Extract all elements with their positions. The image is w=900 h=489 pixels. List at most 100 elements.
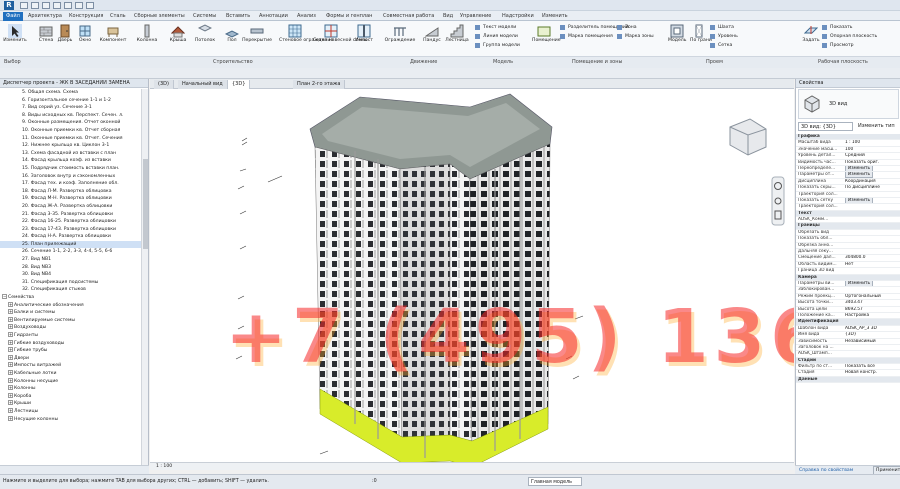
- tab-precast[interactable]: Сборные элементы: [134, 12, 185, 21]
- door-button[interactable]: Дверь: [55, 24, 75, 55]
- expand-toggle-icon[interactable]: +: [8, 392, 13, 398]
- expand-toggle-icon[interactable]: +: [8, 369, 13, 375]
- expand-toggle-icon[interactable]: +: [8, 362, 13, 368]
- tab-manage[interactable]: Управление: [460, 12, 491, 21]
- tab-steel[interactable]: Сталь: [110, 12, 126, 21]
- browser-sheet-item[interactable]: 18. Фасад Л-М. Развертка облицовка: [0, 188, 141, 196]
- viewcube[interactable]: [729, 118, 767, 156]
- tab-systems[interactable]: Системы: [193, 12, 216, 21]
- show-workplane-tool[interactable]: Показать: [822, 24, 853, 31]
- browser-family-item[interactable]: + Гибкие трубы: [0, 347, 141, 355]
- app-logo[interactable]: R: [4, 1, 14, 10]
- browser-sheet-item[interactable]: 26. Сечение 1-1, 2-2, 3-3, 4-4, 5-5, 6-6: [0, 248, 141, 256]
- grid-tool[interactable]: Сетка: [710, 42, 732, 49]
- property-group[interactable]: Данные: [796, 376, 900, 384]
- browser-sheet-item[interactable]: 14. Фасад крыльца коэф. из вставки: [0, 157, 141, 165]
- model-group-tool[interactable]: Группа модели: [475, 42, 520, 49]
- browser-sheet-item[interactable]: 24. Фасад Н-А. Развертка облицовки: [0, 233, 141, 241]
- tab-3d-a[interactable]: (3D): [154, 80, 174, 89]
- browser-family-item[interactable]: + Несущие колонны: [0, 415, 141, 424]
- browser-sheet-item[interactable]: 9. Оконные размещения. Отчет оконной: [0, 119, 141, 127]
- panel-select[interactable]: Выбор: [4, 59, 21, 65]
- by-face-button[interactable]: Модель: [668, 24, 686, 55]
- collapse-toggle-icon[interactable]: −: [2, 294, 7, 300]
- browser-family-item[interactable]: + Двери: [0, 354, 141, 363]
- area-tag-tool[interactable]: Марка зоны: [617, 33, 654, 40]
- scrollbar-thumb[interactable]: [143, 159, 148, 249]
- browser-sheet-item[interactable]: 10. Оконные приемки кв. Отчет сборная: [0, 127, 141, 135]
- expand-toggle-icon[interactable]: +: [8, 316, 13, 322]
- building-model[interactable]: [150, 89, 794, 462]
- instance-selector[interactable]: 3D вид: {3D}: [798, 122, 853, 131]
- modify-button[interactable]: Изменить: [2, 24, 28, 55]
- browser-family-item[interactable]: + Короба: [0, 392, 141, 401]
- stair-button[interactable]: Лестница: [444, 24, 470, 55]
- open-icon[interactable]: [20, 2, 28, 9]
- wall-opening-tool[interactable]: Шахта: [710, 24, 734, 31]
- browser-sheet-item[interactable]: 8. Виды исходных кв. Перспект. Сечен. л.: [0, 112, 141, 120]
- expand-toggle-icon[interactable]: +: [8, 324, 13, 330]
- browser-sheet-item[interactable]: 13. Схема фасадной из вставки с план: [0, 150, 141, 158]
- tab-insert[interactable]: Вставить: [226, 12, 250, 21]
- browser-sheet-item[interactable]: 17. Фасад тех. и коэф. Заполнение обл.: [0, 180, 141, 188]
- browser-families-node[interactable]: − Семейства: [0, 294, 141, 302]
- browser-sheet-item[interactable]: 11. Оконные приемки кв. Отчет. Сечения: [0, 135, 141, 143]
- browser-sheet-item[interactable]: 5. Общая схема. Схема: [0, 89, 141, 97]
- browser-sheet-item[interactable]: 21. Фасад 3-35. Развертка облицовки: [0, 211, 141, 219]
- browser-family-item[interactable]: + Аналитические обозначения: [0, 301, 141, 310]
- expand-toggle-icon[interactable]: +: [8, 301, 13, 307]
- browser-sheet-item[interactable]: 7. Вид серий уз. Сечение 3-1: [0, 104, 141, 112]
- room-button[interactable]: Помещение: [532, 24, 561, 55]
- browser-sheet-item[interactable]: 30. Вид NB4: [0, 271, 141, 279]
- save-icon[interactable]: [31, 2, 39, 9]
- tab-annotate[interactable]: Аннотации: [259, 12, 288, 21]
- slab-button[interactable]: Перекрытие: [242, 24, 272, 55]
- tab-structure[interactable]: Конструкция: [69, 12, 103, 21]
- curtain-system-button[interactable]: Стеновое ограждение: [279, 24, 333, 55]
- redo-icon[interactable]: [53, 2, 61, 9]
- 3d-view-canvas[interactable]: +7 (495) 136-61-94 +7 (495) 136-61-94: [150, 89, 794, 462]
- shaft-button[interactable]: По грани: [690, 24, 712, 55]
- component-button[interactable]: Компонент: [98, 24, 128, 55]
- design-option-selector[interactable]: Главная модель: [528, 477, 582, 486]
- browser-family-item[interactable]: + Лестницы: [0, 407, 141, 416]
- browser-sheet-item[interactable]: 15. Подрядчик стоимость вставки план.: [0, 165, 141, 173]
- browser-sheet-item[interactable]: 22. Фасад 16-25. Развертка облицовки: [0, 218, 141, 226]
- browser-sheet-item[interactable]: 16. Заголовок внутр и сэкономленных: [0, 173, 141, 181]
- ramp-button[interactable]: Пандус: [421, 24, 443, 55]
- browser-sheet-item[interactable]: 31. Спецификация подсистемы: [0, 279, 141, 287]
- roof-button[interactable]: Крыша: [168, 24, 188, 55]
- undo-icon[interactable]: [42, 2, 50, 9]
- project-browser-scrollbar[interactable]: [141, 89, 148, 465]
- type-selector[interactable]: 3D вид: [798, 89, 899, 119]
- room-tag-tool[interactable]: Марка помещения: [560, 33, 613, 40]
- tab-3d-active[interactable]: {3D}: [228, 80, 251, 89]
- viewer-tool[interactable]: Просмотр: [822, 42, 854, 49]
- ref-plane-tool[interactable]: Опорная плоскость: [822, 33, 877, 40]
- area-tool[interactable]: Зона: [617, 24, 637, 31]
- browser-family-item[interactable]: + Колонны несущие: [0, 377, 141, 386]
- browser-family-item[interactable]: + Импосты витражей: [0, 362, 141, 370]
- browser-sheet-item[interactable]: 19. Фасад М-Н. Развертка облицовки: [0, 195, 141, 203]
- set-workplane-button[interactable]: Задать: [802, 24, 820, 55]
- column-button[interactable]: Колонна: [135, 24, 159, 55]
- tab-file[interactable]: Файл: [3, 12, 23, 21]
- model-text-tool[interactable]: Текст модели: [475, 24, 516, 31]
- tab-architecture[interactable]: Архитектура: [28, 12, 62, 21]
- expand-toggle-icon[interactable]: +: [8, 332, 13, 337]
- expand-toggle-icon[interactable]: +: [8, 400, 13, 406]
- browser-sheet-item[interactable]: 28. Вид NB3: [0, 264, 141, 272]
- tab-start-view[interactable]: Начальный вид: [178, 80, 228, 89]
- expand-toggle-icon[interactable]: +: [8, 385, 13, 391]
- tab-floor-plan[interactable]: План 2-го этажа: [293, 80, 346, 89]
- browser-sheet-item[interactable]: 25. План прилежащий: [0, 240, 141, 249]
- tab-massing[interactable]: Формы и генплан: [326, 12, 372, 21]
- railing-button[interactable]: Ограждение: [383, 24, 417, 55]
- edit-type-button[interactable]: Изменить тип: [858, 122, 895, 131]
- tab-modify[interactable]: Изменить: [542, 12, 568, 21]
- browser-sheet-item[interactable]: 6. Горизонтальное сечение 1-1 и 1-2: [0, 97, 141, 105]
- tab-view[interactable]: Вид: [443, 12, 453, 21]
- print-icon[interactable]: [64, 2, 72, 9]
- browser-sheet-item[interactable]: 20. Фасад Ж-А. Развертка облицовки: [0, 203, 141, 211]
- tab-addins[interactable]: Надстройки: [502, 12, 534, 21]
